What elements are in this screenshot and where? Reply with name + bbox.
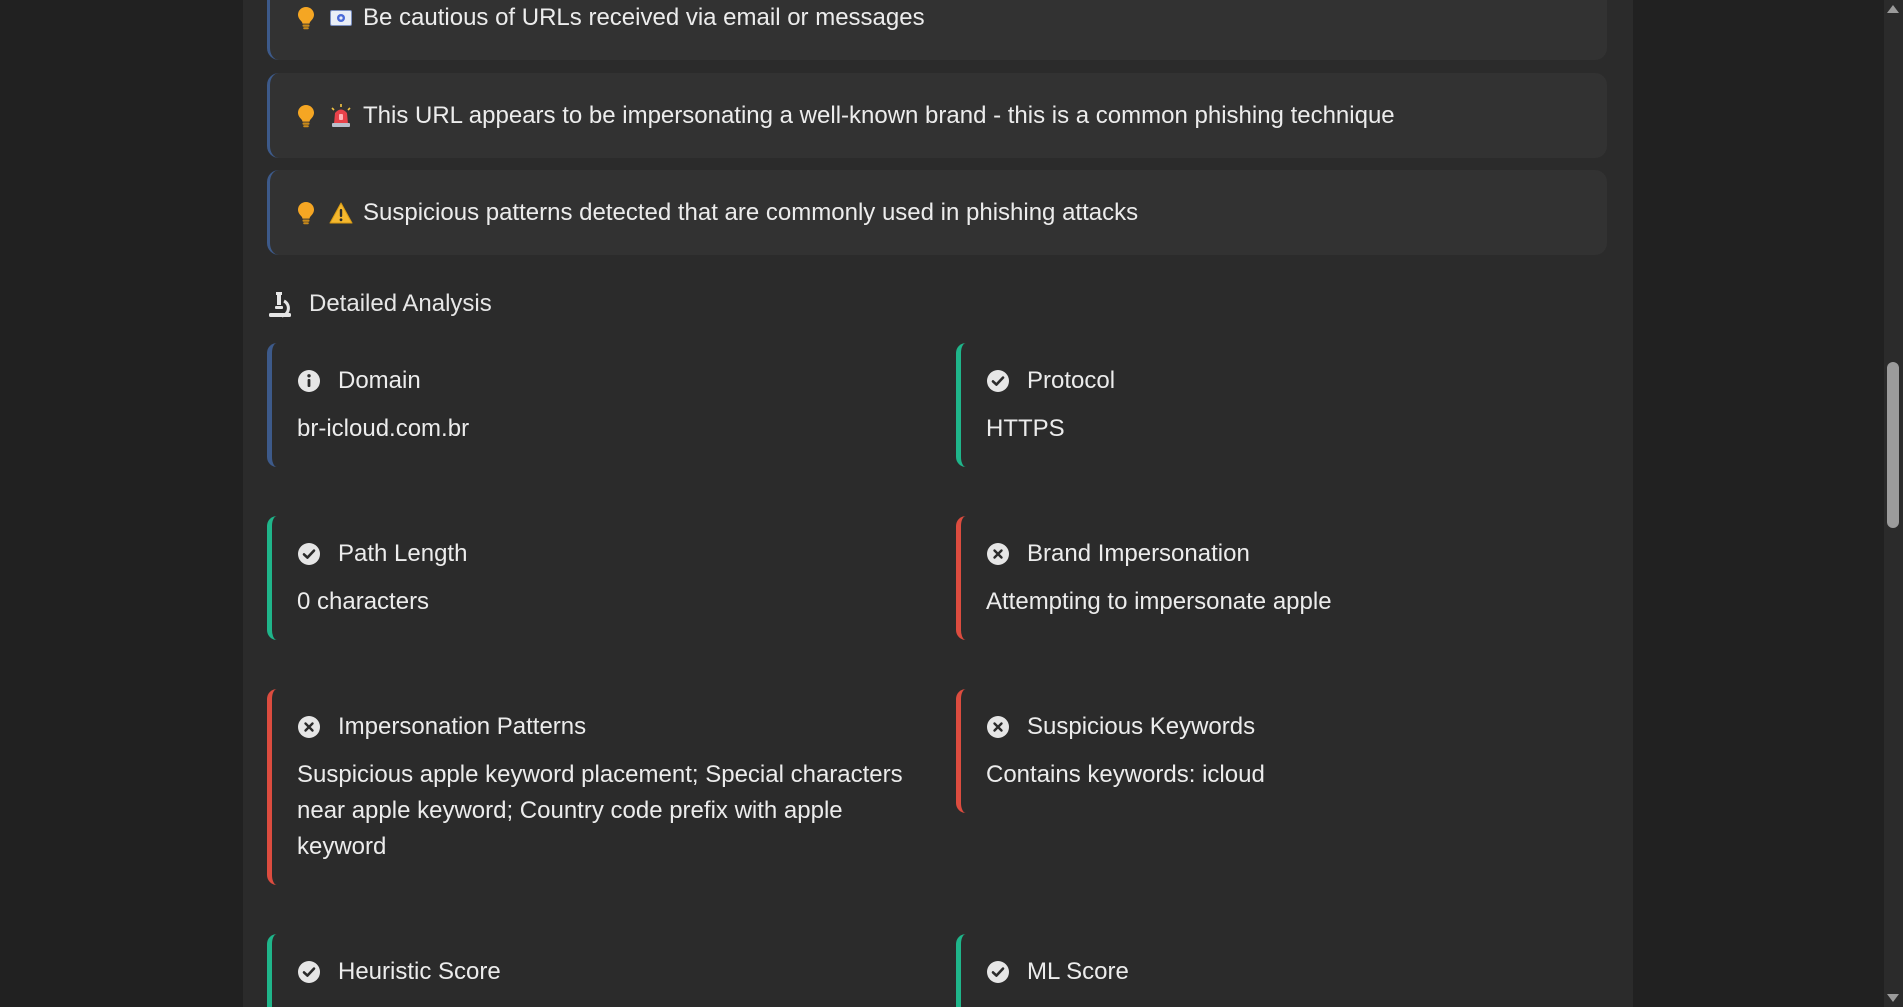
x-circle-icon bbox=[986, 715, 1010, 739]
lightbulb-icon bbox=[296, 5, 316, 31]
check-circle-icon bbox=[986, 369, 1010, 393]
warning-icon bbox=[329, 201, 353, 225]
card-label: Brand Impersonation bbox=[1027, 540, 1250, 567]
card-label: Protocol bbox=[1027, 367, 1116, 394]
analysis-card-domain: Domain br-icloud.com.br bbox=[267, 343, 927, 467]
card-label: Heuristic Score bbox=[338, 958, 501, 985]
analysis-card-heuristic-score: Heuristic Score bbox=[267, 934, 927, 1007]
tip-text: This URL appears to be impersonating a w… bbox=[363, 101, 1395, 129]
tip-item: This URL appears to be impersonating a w… bbox=[267, 73, 1607, 158]
card-value: HTTPS bbox=[986, 415, 1065, 442]
email-icon bbox=[329, 6, 353, 30]
siren-icon bbox=[329, 103, 353, 128]
x-circle-icon bbox=[297, 715, 321, 739]
tip-item: Be cautious of URLs received via email o… bbox=[267, 0, 1607, 60]
lightbulb-icon bbox=[296, 103, 316, 129]
check-circle-icon bbox=[297, 542, 321, 566]
lightbulb-icon bbox=[296, 200, 316, 226]
info-icon bbox=[297, 369, 321, 393]
card-label: ML Score bbox=[1027, 958, 1129, 985]
card-label: Impersonation Patterns bbox=[338, 713, 587, 740]
card-value: Suspicious apple keyword placement; Spec… bbox=[297, 761, 903, 860]
analysis-card-protocol: Protocol HTTPS bbox=[956, 343, 1616, 467]
analysis-card-suspicious-keywords: Suspicious Keywords Contains keywords: i… bbox=[956, 689, 1616, 813]
card-value: Contains keywords: icloud bbox=[986, 761, 1265, 788]
section-title: Detailed Analysis bbox=[267, 286, 492, 322]
card-label: Domain bbox=[338, 367, 421, 394]
section-title-text: Detailed Analysis bbox=[309, 290, 492, 317]
card-value: br-icloud.com.br bbox=[297, 415, 470, 442]
analysis-card-path-length: Path Length 0 characters bbox=[267, 516, 927, 640]
tip-text: Suspicious patterns detected that are co… bbox=[363, 198, 1139, 226]
analysis-card-brand-impersonation: Brand Impersonation Attempting to impers… bbox=[956, 516, 1616, 640]
card-value: Attempting to impersonate apple bbox=[986, 588, 1332, 615]
check-circle-icon bbox=[986, 960, 1010, 984]
tip-text: Be cautious of URLs received via email o… bbox=[363, 3, 925, 31]
scrollbar-thumb[interactable] bbox=[1887, 362, 1899, 528]
scroll-up-arrow[interactable] bbox=[1887, 5, 1899, 13]
analysis-card-ml-score: ML Score bbox=[956, 934, 1616, 1007]
card-label: Path Length bbox=[338, 540, 468, 567]
check-circle-icon bbox=[297, 960, 321, 984]
scroll-down-arrow[interactable] bbox=[1887, 994, 1899, 1002]
x-circle-icon bbox=[986, 542, 1010, 566]
analysis-card-impersonation-patterns: Impersonation Patterns Suspicious apple … bbox=[267, 689, 927, 885]
card-label: Suspicious Keywords bbox=[1027, 713, 1256, 740]
card-value: 0 characters bbox=[297, 588, 430, 615]
microscope-icon bbox=[267, 289, 293, 319]
tip-item: Suspicious patterns detected that are co… bbox=[267, 170, 1607, 255]
